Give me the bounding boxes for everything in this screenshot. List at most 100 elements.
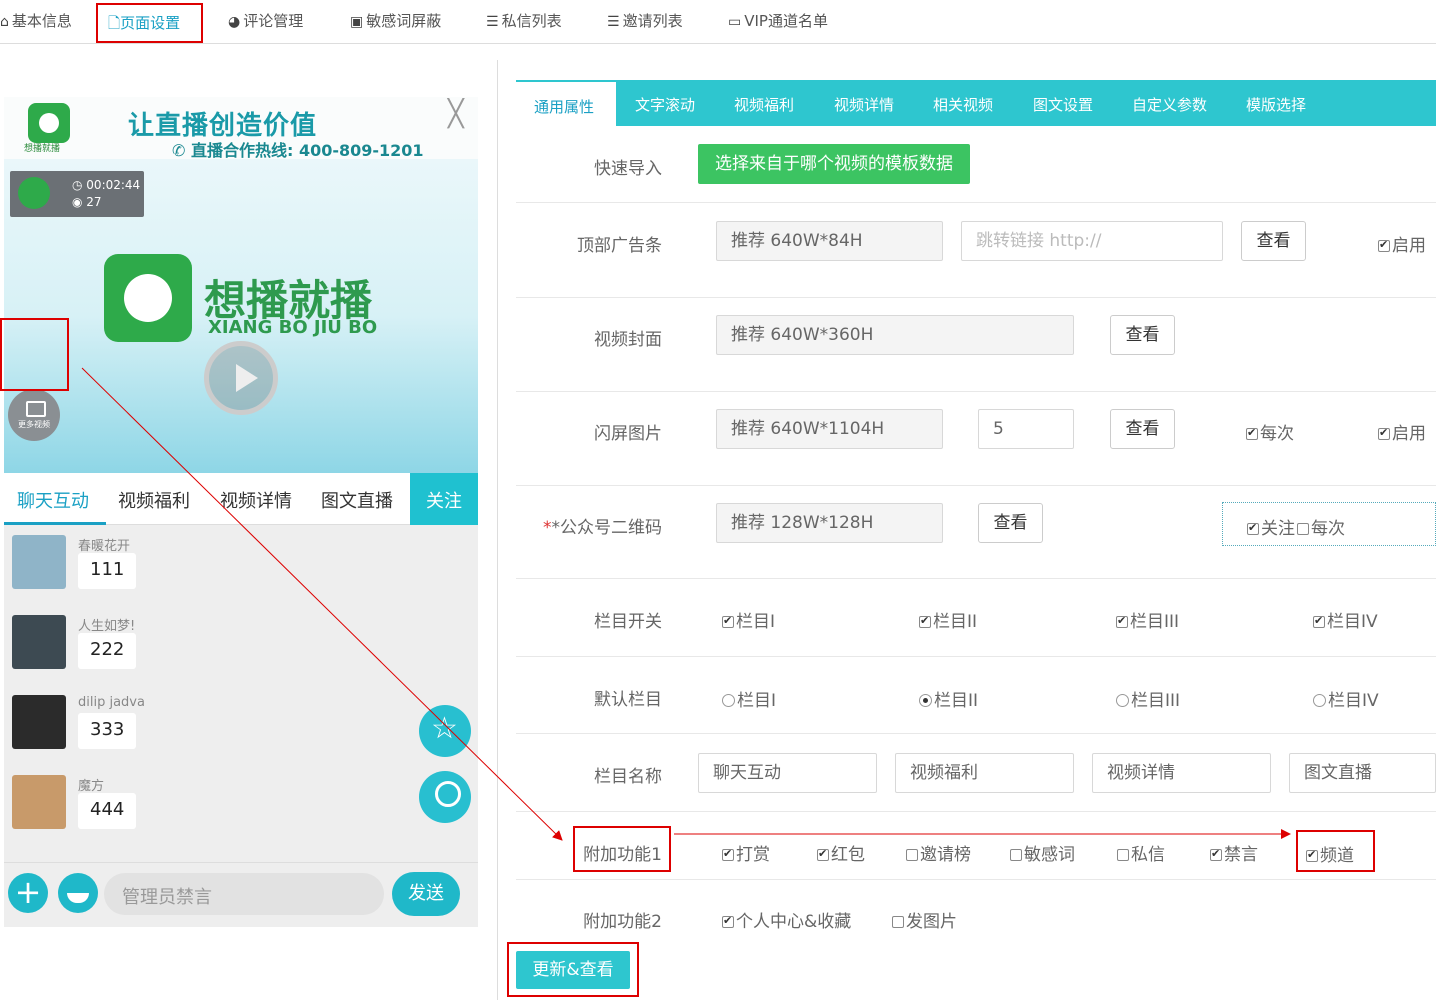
- nav-page-settings[interactable]: 🗋页面设置: [108, 12, 180, 38]
- message-author: 魔方: [78, 779, 105, 794]
- channel-logo-icon: [18, 177, 50, 209]
- column-name-2-field[interactable]: 视频福利: [895, 753, 1074, 793]
- video-player[interactable]: ◷ 00:02:44 ◉ 27 想播就播 XIANG BO JIU BO 更多视…: [4, 159, 478, 473]
- private-message-checkbox[interactable]: 私信: [1117, 840, 1165, 865]
- chat-message: 人生如梦! 222: [12, 615, 312, 687]
- tab-live-text[interactable]: 图文直播: [321, 487, 393, 513]
- top-nav: ⌂ 基本信息 🗋页面设置 ◕ 评论管理 ▣ 敏感词屏蔽 ☰ 私信列表 ☰ 邀请列表 ▭ VI…: [0, 0, 1436, 44]
- top-ad-link-field[interactable]: 跳转链接 http://: [961, 221, 1223, 261]
- top-ad-image-field[interactable]: 推荐 640W*84H: [716, 221, 943, 261]
- more-videos-button[interactable]: 更多视频: [8, 389, 60, 441]
- tab-video-welfare[interactable]: 视频福利: [734, 94, 794, 115]
- tab-chat[interactable]: 聊天互动: [17, 487, 89, 513]
- top-ad-banner[interactable]: 想播就播 让直播创造价值 ✆ 直播合作热线: 400-809-1201 ╳: [4, 97, 478, 160]
- word-icon: ▣: [350, 14, 364, 30]
- banner-hotline: ✆ 直播合作热线: 400-809-1201: [172, 141, 424, 160]
- splash-view-button[interactable]: 查看: [1110, 409, 1175, 449]
- nav-basic-info[interactable]: ⌂ 基本信息: [0, 10, 72, 31]
- nav-private-messages[interactable]: ☰ 私信列表: [486, 10, 562, 31]
- close-icon[interactable]: ╳: [448, 99, 464, 129]
- play-icon[interactable]: [204, 341, 278, 415]
- tab-image-text[interactable]: 图文设置: [1033, 94, 1093, 115]
- tab-scroll-text[interactable]: 文字滚动: [635, 94, 695, 115]
- extra1-label: 附加功能1: [583, 845, 662, 865]
- select-template-button[interactable]: 选择来自于哪个视频的模板数据: [698, 144, 970, 184]
- avatar: [12, 775, 66, 829]
- cover-view-button[interactable]: 查看: [1110, 315, 1175, 355]
- cover-image-field[interactable]: 推荐 640W*360H: [716, 315, 1074, 355]
- view-count: ◉ 27: [72, 195, 102, 209]
- tab-video-detail[interactable]: 视频详情: [834, 94, 894, 115]
- column-3-checkbox[interactable]: 栏目III: [1116, 607, 1179, 632]
- update-view-button[interactable]: 更新&查看: [516, 951, 630, 989]
- splash-enable-checkbox[interactable]: 启用: [1378, 419, 1426, 444]
- list-icon: ☰: [486, 14, 499, 30]
- message-text: 444: [78, 793, 137, 829]
- top-ad-enable-checkbox[interactable]: 启用: [1378, 231, 1426, 256]
- tab-template[interactable]: 模版选择: [1246, 94, 1306, 115]
- mute-checkbox[interactable]: 禁言: [1210, 840, 1258, 865]
- column-name-3-field[interactable]: 视频详情: [1092, 753, 1271, 793]
- default-column-label: 默认栏目: [594, 690, 662, 710]
- reward-checkbox[interactable]: 打赏: [722, 840, 770, 865]
- top-ad-label: 顶部广告条: [577, 236, 662, 256]
- default-column-2-radio[interactable]: 栏目II: [919, 686, 978, 711]
- invite-rank-checkbox[interactable]: 邀请榜: [906, 840, 971, 865]
- channel-checkbox[interactable]: 频道: [1306, 841, 1354, 866]
- send-button[interactable]: 发送: [392, 872, 460, 916]
- column-4-checkbox[interactable]: 栏目IV: [1313, 607, 1378, 632]
- file-icon: 🗋: [108, 14, 121, 32]
- banner-logo-text: 想播就播: [24, 144, 61, 154]
- top-ad-view-button[interactable]: 查看: [1241, 221, 1306, 261]
- column-names-label: 栏目名称: [594, 767, 662, 787]
- column-name-1-field[interactable]: 聊天互动: [698, 753, 877, 793]
- column-name-4-field[interactable]: 图文直播: [1289, 753, 1436, 793]
- avatar: [12, 615, 66, 669]
- nav-comment-manage[interactable]: ◕ 评论管理: [228, 10, 303, 31]
- avatar: [12, 535, 66, 589]
- qrcode-view-button[interactable]: 查看: [978, 503, 1043, 543]
- tab-custom-params[interactable]: 自定义参数: [1132, 94, 1207, 115]
- row-divider: [516, 733, 1436, 734]
- splash-image-field[interactable]: 推荐 640W*1104H: [716, 409, 943, 449]
- phone-icon: ✆: [172, 141, 186, 160]
- chat-input-bar: + 管理员禁言 发送: [4, 862, 478, 927]
- nav-vip-list[interactable]: ▭ VIP通道名单: [728, 10, 828, 31]
- default-column-4-radio[interactable]: 栏目IV: [1313, 686, 1379, 711]
- chat-message: 春暖花开 111: [12, 535, 312, 607]
- follow-button[interactable]: 关注: [410, 473, 478, 525]
- panel-divider: [497, 60, 498, 1000]
- message-text: 333: [78, 713, 137, 749]
- default-column-1-radio[interactable]: 栏目I: [722, 686, 776, 711]
- preview-tabs: 聊天互动 视频福利 视频详情 图文直播 关注: [4, 473, 478, 525]
- cover-label: 视频封面: [594, 330, 662, 350]
- send-image-checkbox[interactable]: 发图片: [892, 907, 957, 932]
- user-center-button[interactable]: [419, 771, 471, 823]
- default-column-3-radio[interactable]: 栏目III: [1116, 686, 1180, 711]
- favorite-star-button[interactable]: [419, 705, 471, 757]
- user-center-checkbox[interactable]: 个人中心&收藏: [722, 907, 851, 932]
- qrcode-image-field[interactable]: 推荐 128W*128H: [716, 503, 943, 543]
- tab-related-video[interactable]: 相关视频: [933, 94, 993, 115]
- column-1-checkbox[interactable]: 栏目I: [722, 607, 775, 632]
- nav-invite-list[interactable]: ☰ 邀请列表: [607, 10, 683, 31]
- tab-detail[interactable]: 视频详情: [220, 487, 292, 513]
- qrcode-each-checkbox[interactable]: 每次: [1297, 514, 1345, 539]
- row-divider: [516, 391, 1436, 392]
- tab-welfare[interactable]: 视频福利: [118, 487, 190, 513]
- video-brand-sub: XIANG BO JIU BO: [208, 317, 378, 338]
- nav-sensitive-words[interactable]: ▣ 敏感词屏蔽: [350, 10, 441, 31]
- chat-input[interactable]: 管理员禁言: [104, 873, 384, 915]
- splash-each-checkbox[interactable]: 每次: [1246, 419, 1294, 444]
- settings-tabs: 通用属性 文字滚动 视频福利 视频详情 相关视频 图文设置 自定义参数 模版选择: [516, 80, 1436, 126]
- plus-icon[interactable]: +: [8, 873, 48, 913]
- sensitive-word-checkbox[interactable]: 敏感词: [1010, 840, 1075, 865]
- emoji-icon[interactable]: [58, 873, 98, 913]
- column-2-checkbox[interactable]: 栏目II: [919, 607, 977, 632]
- red-packet-checkbox[interactable]: 红包: [817, 840, 865, 865]
- home-icon: ⌂: [0, 14, 9, 30]
- splash-seconds-field[interactable]: 5: [978, 409, 1074, 449]
- qrcode-follow-checkbox[interactable]: 关注: [1247, 514, 1295, 539]
- tab-general[interactable]: 通用属性: [516, 80, 616, 126]
- message-text: 222: [78, 633, 137, 669]
